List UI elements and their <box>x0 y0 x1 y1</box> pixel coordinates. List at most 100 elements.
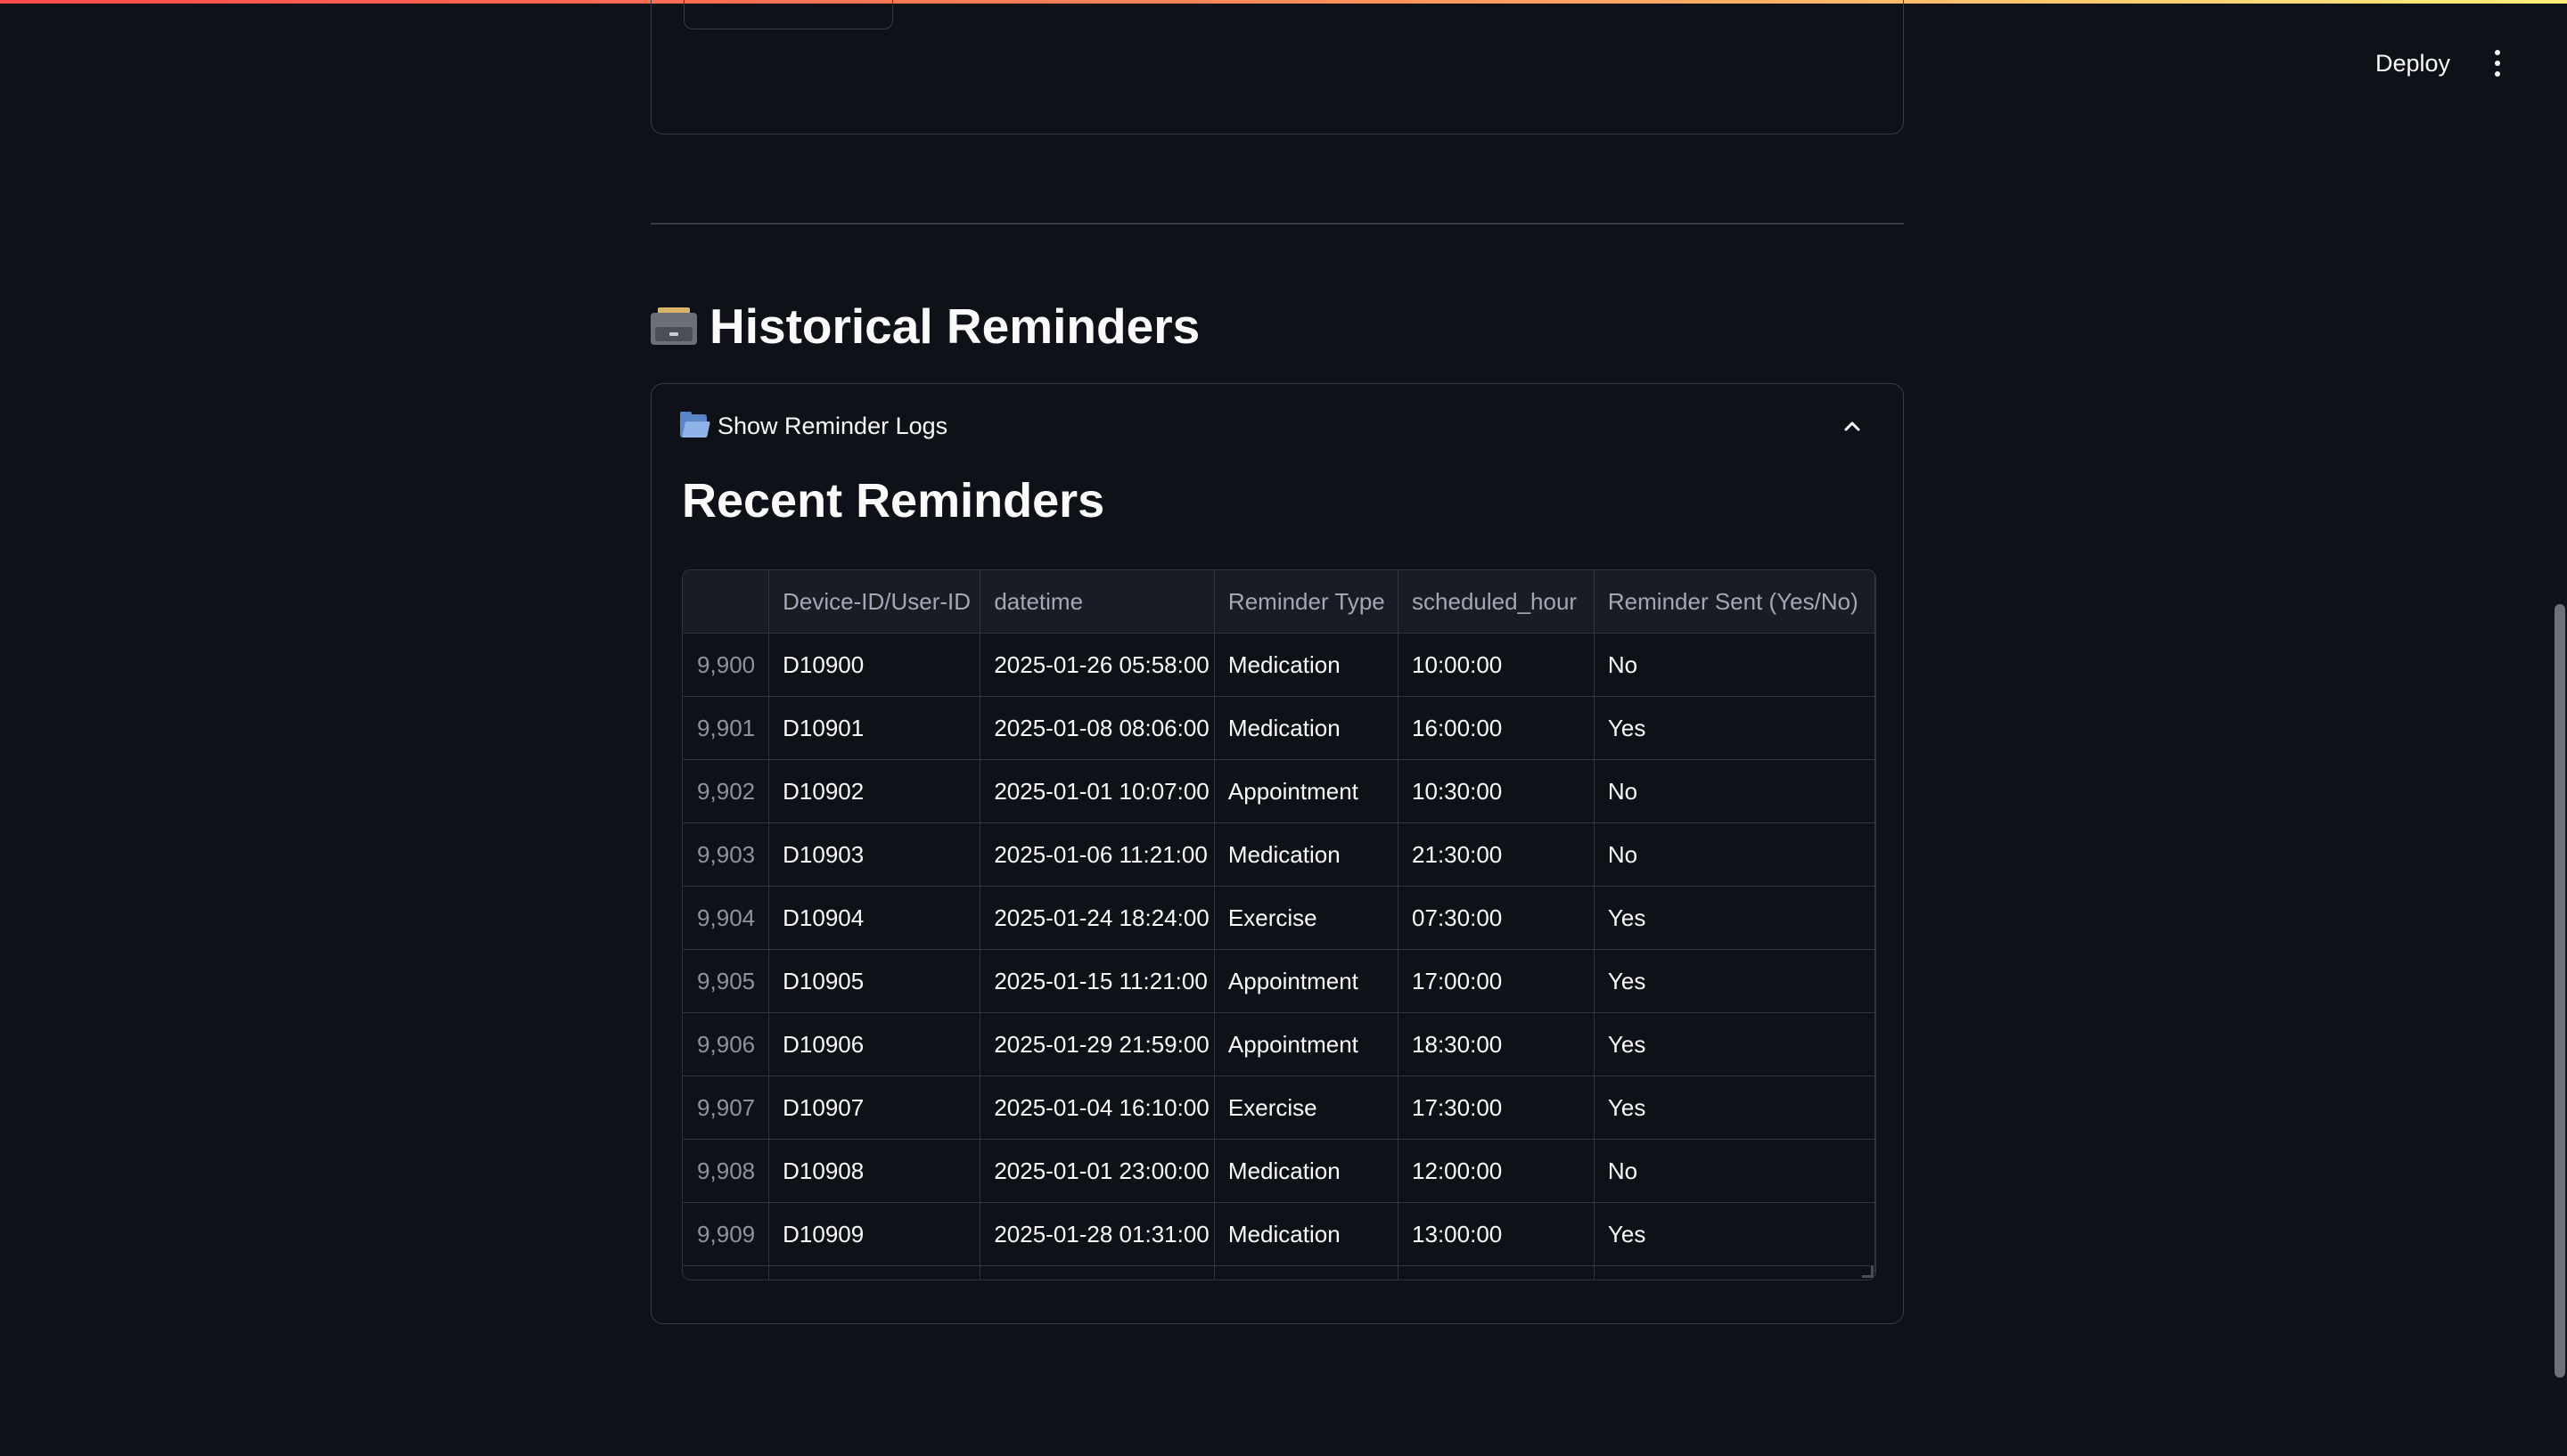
table-row: 9,906 D10906 2025-01-29 21:59:00 Appointmen… <box>683 1012 1875 1076</box>
index-header[interactable] <box>683 570 770 634</box>
column-header-device-id[interactable]: Device-ID/User-ID <box>768 570 981 634</box>
section-title-text: Historical Reminders <box>709 299 1201 354</box>
table-row: 9,909 D10909 2025-01-28 01:31:00 Medication… <box>683 1202 1875 1266</box>
table-cell <box>1594 1265 1875 1280</box>
column-header-datetime[interactable]: datetime <box>980 570 1215 634</box>
table-cell[interactable]: 13:00:00 <box>1398 1202 1595 1266</box>
row-index[interactable]: 9,909 <box>683 1202 770 1266</box>
row-index[interactable]: 9,908 <box>683 1139 770 1203</box>
table-row: 9,907 D10907 2025-01-04 16:10:00 Exercise 17… <box>683 1076 1875 1140</box>
scrollbar-thumb[interactable] <box>2555 604 2565 1378</box>
main-menu-icon[interactable] <box>2478 41 2517 86</box>
table-cell[interactable]: D10904 <box>768 886 981 950</box>
table-cell[interactable]: Medication <box>1214 1139 1399 1203</box>
file-cabinet-icon <box>651 307 697 345</box>
divider <box>651 223 1904 225</box>
table-cell[interactable]: Exercise <box>1214 1076 1399 1140</box>
previous-button[interactable] <box>684 0 893 29</box>
table-cell[interactable]: D10907 <box>768 1076 981 1140</box>
table-row: 9,901 D10901 2025-01-08 08:06:00 Medication… <box>683 696 1875 760</box>
row-index[interactable]: 9,900 <box>683 633 770 697</box>
table-cell[interactable]: Yes <box>1594 1012 1875 1076</box>
table-cell[interactable]: 2025-01-06 11:21:00 <box>980 822 1215 887</box>
table-cell[interactable]: 2025-01-29 21:59:00 <box>980 1012 1215 1076</box>
table-cell[interactable]: 2025-01-01 10:07:00 <box>980 759 1215 823</box>
table-cell[interactable]: 17:30:00 <box>1398 1076 1595 1140</box>
table-cell[interactable]: 10:30:00 <box>1398 759 1595 823</box>
table-cell[interactable]: D10909 <box>768 1202 981 1266</box>
previous-container <box>651 0 1904 135</box>
table-cell[interactable]: 2025-01-26 05:58:00 <box>980 633 1215 697</box>
table-cell <box>768 1265 981 1280</box>
table-cell[interactable]: 10:00:00 <box>1398 633 1595 697</box>
table-cell[interactable]: 2025-01-24 18:24:00 <box>980 886 1215 950</box>
chevron-up-icon[interactable] <box>1839 413 1866 439</box>
deploy-button[interactable]: Deploy <box>2358 45 2468 82</box>
table-cell[interactable]: 2025-01-28 01:31:00 <box>980 1202 1215 1266</box>
resize-handle[interactable] <box>1862 1266 1874 1278</box>
table-cell[interactable]: D10900 <box>768 633 981 697</box>
table-cell <box>980 1265 1215 1280</box>
table-row: 9,903 D10903 2025-01-06 11:21:00 Medication… <box>683 822 1875 887</box>
row-index[interactable]: 9,901 <box>683 696 770 760</box>
data-table[interactable]: Device-ID/User-ID datetime Reminder Type… <box>682 569 1876 1280</box>
row-index[interactable]: 9,902 <box>683 759 770 823</box>
table-cell[interactable]: Medication <box>1214 696 1399 760</box>
table-cell[interactable]: Medication <box>1214 822 1399 887</box>
table-row-partial <box>683 1265 1875 1280</box>
table-cell[interactable]: Appointment <box>1214 1012 1399 1076</box>
table-cell[interactable]: No <box>1594 633 1875 697</box>
table-cell[interactable]: No <box>1594 1139 1875 1203</box>
table-cell[interactable]: 2025-01-15 11:21:00 <box>980 949 1215 1013</box>
table-cell <box>1398 1265 1595 1280</box>
expander-header[interactable]: Show Reminder Logs <box>680 405 1874 446</box>
table-cell[interactable]: D10906 <box>768 1012 981 1076</box>
table-cell[interactable]: Yes <box>1594 949 1875 1013</box>
table-cell <box>1214 1265 1399 1280</box>
table-cell[interactable]: D10903 <box>768 822 981 887</box>
row-index[interactable]: 9,903 <box>683 822 770 887</box>
column-header-scheduled-hour[interactable]: scheduled_hour <box>1398 570 1595 634</box>
table-cell[interactable]: D10902 <box>768 759 981 823</box>
table-row: 9,904 D10904 2025-01-24 18:24:00 Exercise 07… <box>683 886 1875 950</box>
table-cell[interactable]: 2025-01-04 16:10:00 <box>980 1076 1215 1140</box>
table-cell[interactable]: 2025-01-08 08:06:00 <box>980 696 1215 760</box>
table-cell[interactable]: 07:30:00 <box>1398 886 1595 950</box>
table-cell[interactable]: Yes <box>1594 886 1875 950</box>
table-cell[interactable]: No <box>1594 759 1875 823</box>
table-cell[interactable]: No <box>1594 822 1875 887</box>
table-cell[interactable]: 18:30:00 <box>1398 1012 1595 1076</box>
table-cell[interactable]: 21:30:00 <box>1398 822 1595 887</box>
table-cell[interactable]: D10901 <box>768 696 981 760</box>
section-title: Historical Reminders <box>651 290 1200 362</box>
table-cell <box>683 1265 770 1280</box>
table-row: 9,908 D10908 2025-01-01 23:00:00 Medication… <box>683 1139 1875 1203</box>
row-index[interactable]: 9,906 <box>683 1012 770 1076</box>
table-cell[interactable]: Exercise <box>1214 886 1399 950</box>
column-header-reminder-sent[interactable]: Reminder Sent (Yes/No) <box>1594 570 1875 634</box>
table-cell[interactable]: 2025-01-01 23:00:00 <box>980 1139 1215 1203</box>
table-row: 9,905 D10905 2025-01-15 11:21:00 Appointmen… <box>683 949 1875 1013</box>
table-header-row: Device-ID/User-ID datetime Reminder Type… <box>683 570 1875 634</box>
table-cell[interactable]: Yes <box>1594 1076 1875 1140</box>
expander-label: Show Reminder Logs <box>718 412 948 439</box>
table-row: 9,900 D10900 2025-01-26 05:58:00 Medication… <box>683 633 1875 697</box>
row-index[interactable]: 9,907 <box>683 1076 770 1140</box>
table-cell[interactable]: Yes <box>1594 1202 1875 1266</box>
column-header-reminder-type[interactable]: Reminder Type <box>1214 570 1399 634</box>
table-cell[interactable]: Appointment <box>1214 949 1399 1013</box>
table-cell[interactable]: Appointment <box>1214 759 1399 823</box>
reminder-logs-expander: Show Reminder Logs Recent Reminders Devi… <box>651 383 1904 1324</box>
table-cell[interactable]: Yes <box>1594 696 1875 760</box>
table-cell[interactable]: 17:00:00 <box>1398 949 1595 1013</box>
table-cell[interactable]: D10905 <box>768 949 981 1013</box>
table-title: Recent Reminders <box>682 474 1105 528</box>
table-row: 9,902 D10902 2025-01-01 10:07:00 Appointmen… <box>683 759 1875 823</box>
table-cell[interactable]: 12:00:00 <box>1398 1139 1595 1203</box>
table-cell[interactable]: Medication <box>1214 1202 1399 1266</box>
table-cell[interactable]: Medication <box>1214 633 1399 697</box>
row-index[interactable]: 9,904 <box>683 886 770 950</box>
row-index[interactable]: 9,905 <box>683 949 770 1013</box>
table-cell[interactable]: D10908 <box>768 1139 981 1203</box>
table-cell[interactable]: 16:00:00 <box>1398 696 1595 760</box>
